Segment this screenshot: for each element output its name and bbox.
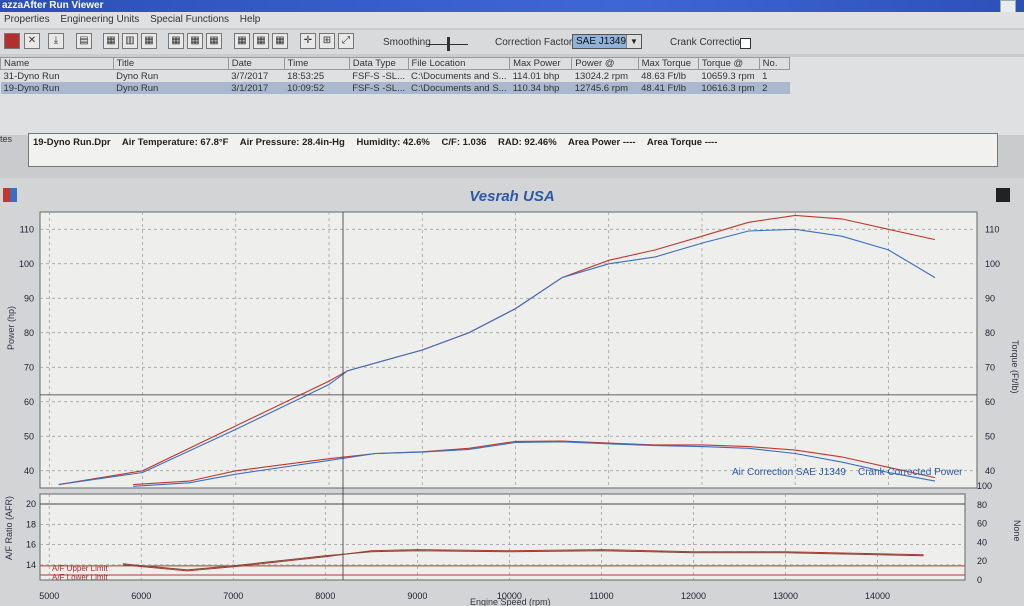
- afr-lower-limit-label: A/F Lower Limit: [52, 573, 108, 582]
- x-tick-label: 13000: [773, 591, 798, 601]
- x-tick-label: 7000: [223, 591, 243, 601]
- y-axis-label-power: Power (hp): [6, 306, 16, 350]
- legend-crank-corrected: Crank Corrected Power: [858, 467, 963, 478]
- y-tick-label: 60: [24, 397, 34, 407]
- x-tick-label: 6000: [131, 591, 151, 601]
- afr-upper-limit-label: A/F Upper Limit: [52, 564, 108, 573]
- y2-tick-label: 100: [985, 259, 1000, 269]
- afr-y2-tick-label: 60: [977, 519, 987, 529]
- y2-tick-label: 60: [985, 397, 995, 407]
- afr-y2-tick-label: 20: [977, 556, 987, 566]
- x-tick-label: 11000: [589, 591, 613, 601]
- y-tick-label: 70: [24, 362, 34, 372]
- main-plot-frame: [39, 211, 978, 489]
- afr-y-tick-label: 18: [26, 519, 36, 529]
- y-axis-label-torque: Torque (Ft/lb): [1010, 340, 1020, 394]
- y-tick-label: 110: [20, 224, 34, 234]
- y2-tick-label: 90: [985, 293, 995, 303]
- y-tick-label: 100: [19, 259, 34, 269]
- afr-y-tick-label: 16: [26, 540, 36, 550]
- y-tick-label: 50: [24, 431, 34, 441]
- y-tick-label: 90: [24, 293, 34, 303]
- y2-tick-label: 70: [985, 362, 995, 372]
- afr-y2-tick-label: 80: [977, 500, 987, 510]
- y-tick-label: 40: [24, 466, 34, 476]
- afr-plot-frame: [39, 493, 966, 581]
- run-viewer-window: azzaAfter Run Viewer Properties Engineer…: [0, 0, 1024, 606]
- afr-y2-tick-label: 0: [977, 575, 982, 585]
- y-axis-label-afr: A/F Ratio (AFR): [4, 496, 14, 560]
- afr-y2-tick-label: 100: [977, 481, 992, 491]
- y2-tick-label: 110: [985, 224, 999, 234]
- y-tick-label: 80: [24, 328, 34, 338]
- x-tick-label: 8000: [315, 591, 335, 601]
- x-tick-label: 14000: [865, 591, 890, 601]
- y2-tick-label: 50: [985, 431, 995, 441]
- y2-tick-label: 40: [985, 466, 995, 476]
- dyno-chart[interactable]: 40 40 50 50 60 60 70 70 80 80 90 90 100 100 110 110 5000…: [0, 0, 1024, 606]
- afr-y2-tick-label: 40: [977, 537, 987, 547]
- afr-y-tick-label: 20: [26, 499, 36, 509]
- y2-tick-label: 80: [985, 328, 995, 338]
- y-axis-label-none: None: [1012, 520, 1022, 542]
- afr-y-tick-label: 14: [26, 560, 36, 570]
- x-tick-label: 5000: [39, 591, 59, 601]
- x-tick-label: 9000: [407, 591, 427, 601]
- x-tick-label: 12000: [681, 591, 706, 601]
- legend-air-correction: Air Correction SAE J1349: [732, 467, 846, 478]
- x-axis-label: Engine Speed (rpm): [470, 597, 551, 606]
